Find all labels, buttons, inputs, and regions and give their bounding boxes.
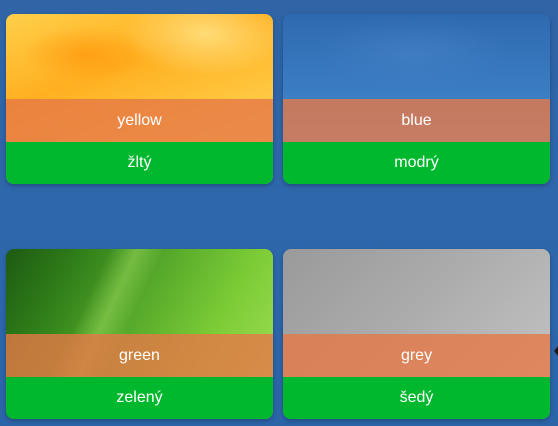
card-word: green [6,334,273,377]
card-translation: zelený [6,377,273,419]
card-word: yellow [6,99,273,142]
card-grey[interactable]: grey šedý [283,249,550,419]
card-blue[interactable]: blue modrý [283,14,550,184]
card-word: blue [283,99,550,142]
cursor-arrow-icon [554,346,558,356]
card-green[interactable]: green zelený [6,249,273,419]
card-word: grey [283,334,550,377]
card-yellow[interactable]: yellow žltý [6,14,273,184]
card-translation: šedý [283,377,550,419]
card-translation: žltý [6,142,273,184]
card-translation: modrý [283,142,550,184]
